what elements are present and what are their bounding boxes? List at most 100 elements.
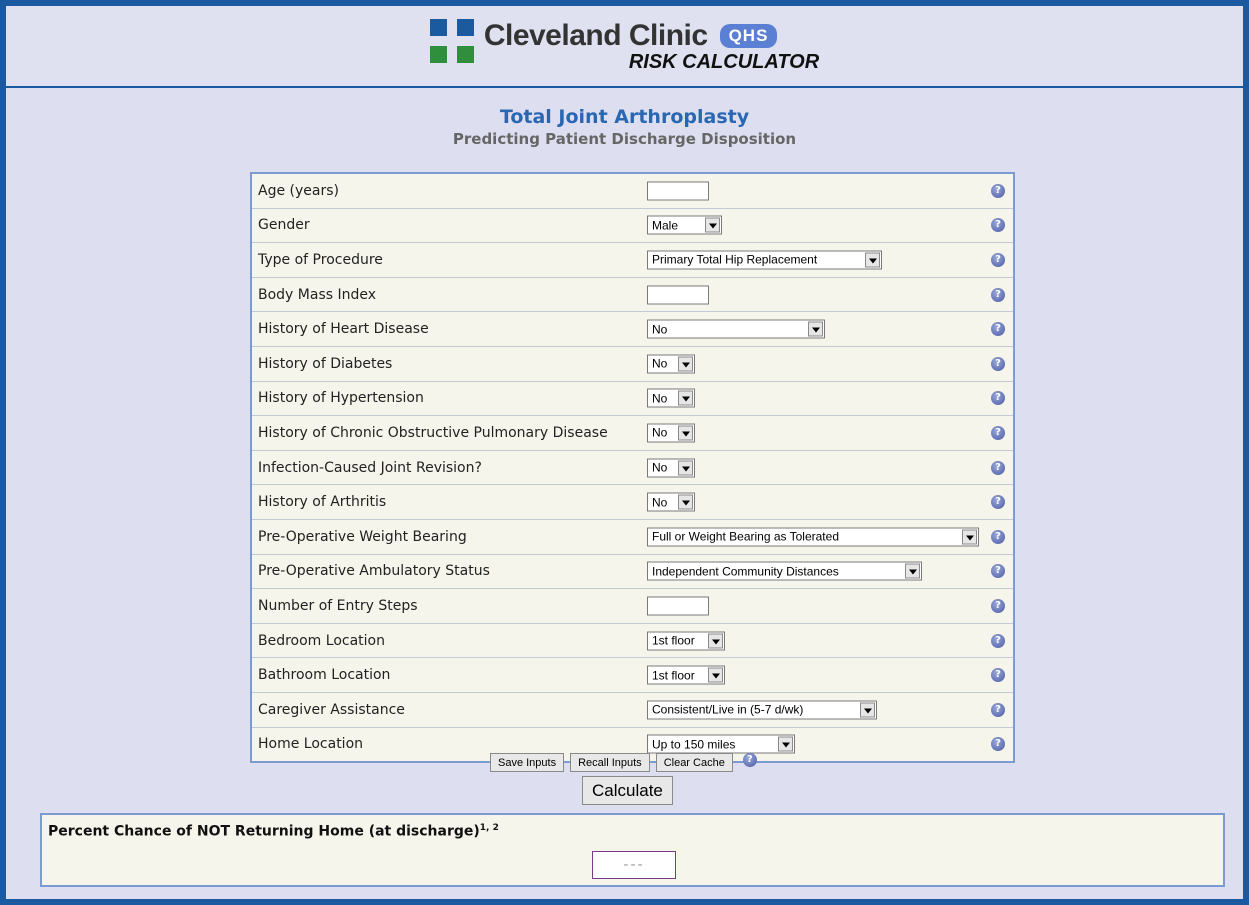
select-dropdown[interactable]: No (647, 388, 695, 408)
help-icon[interactable]: ? (991, 598, 1005, 613)
qhs-badge: QHS (719, 23, 778, 48)
brand-name: Cleveland Clinic (483, 18, 708, 52)
select-value: No (652, 495, 668, 510)
help-icon[interactable]: ? (991, 737, 1005, 752)
select-value: Up to 150 miles (652, 737, 736, 752)
field-label: Pre-Operative Ambulatory Status (258, 563, 490, 580)
field-label: Infection-Caused Joint Revision? (258, 459, 482, 476)
select-value: Primary Total Hip Replacement (652, 252, 818, 267)
help-icon[interactable]: ? (991, 391, 1005, 406)
chevron-down-icon[interactable] (860, 702, 875, 718)
select-value: Independent Community Distances (652, 564, 839, 579)
help-icon[interactable]: ? (991, 495, 1005, 510)
save-inputs-button[interactable]: Save Inputs (490, 753, 565, 772)
field-label: Body Mass Index (258, 286, 377, 303)
help-icon[interactable]: ? (991, 322, 1005, 337)
chevron-down-icon[interactable] (678, 390, 693, 406)
chevron-down-icon[interactable] (678, 494, 693, 510)
chevron-down-icon[interactable] (808, 321, 823, 337)
help-icon[interactable]: ? (991, 633, 1005, 648)
help-icon[interactable]: ? (991, 252, 1005, 267)
select-dropdown[interactable]: No (647, 423, 695, 443)
select-dropdown[interactable]: No (647, 354, 695, 374)
help-icon[interactable]: ? (991, 425, 1005, 440)
page-titles: Total Joint Arthroplasty Predicting Pati… (6, 106, 1243, 148)
header: Cleveland Clinic QHS RISK CALCULATOR (6, 6, 1243, 88)
brand: Cleveland Clinic QHS RISK CALCULATOR (484, 19, 819, 74)
form-row: Pre-Operative Ambulatory Status Independe… (252, 555, 1013, 590)
select-dropdown[interactable]: Consistent/Live in (5-7 d/wk) (647, 700, 877, 720)
form-row: Age (years)? (252, 174, 1013, 209)
help-icon[interactable]: ? (742, 752, 757, 767)
select-value: No (652, 322, 668, 337)
result-label: Percent Chance of NOT Returning Home (at… (48, 823, 499, 840)
chevron-down-icon[interactable] (705, 217, 720, 233)
help-icon[interactable]: ? (991, 529, 1005, 544)
field-label: History of Arthritis (258, 494, 387, 511)
help-icon[interactable]: ? (991, 183, 1005, 198)
chevron-down-icon[interactable] (678, 425, 693, 441)
chevron-down-icon[interactable] (678, 356, 693, 372)
form-row: History of Diabetes No? (252, 347, 1013, 382)
select-dropdown[interactable]: Primary Total Hip Replacement (647, 250, 882, 270)
form-row: Number of Entry Steps? (252, 589, 1013, 624)
clear-cache-button[interactable]: Clear Cache (655, 753, 733, 772)
logo: Cleveland Clinic QHS RISK CALCULATOR (429, 18, 819, 74)
brand-subtitle: RISK CALCULATOR (628, 50, 820, 73)
select-value: No (652, 460, 668, 475)
help-icon[interactable]: ? (991, 287, 1005, 302)
field-label: Number of Entry Steps (258, 597, 418, 614)
cleveland-clinic-cross-icon (429, 18, 474, 63)
chevron-down-icon[interactable] (708, 633, 723, 649)
select-value: Male (652, 218, 679, 233)
field-label: Type of Procedure (258, 251, 383, 268)
text-input[interactable] (647, 181, 709, 201)
page-subtitle: Predicting Patient Discharge Disposition (452, 130, 797, 148)
help-icon[interactable]: ? (991, 460, 1005, 475)
text-input[interactable] (647, 285, 709, 305)
form-row: History of Hypertension No? (252, 382, 1013, 417)
field-label: Age (years) (258, 182, 339, 199)
chevron-down-icon[interactable] (678, 460, 693, 476)
form-row: Body Mass Index? (252, 278, 1013, 313)
select-dropdown[interactable]: No (647, 492, 695, 512)
help-icon[interactable]: ? (991, 356, 1005, 371)
help-icon[interactable]: ? (991, 218, 1005, 233)
select-dropdown[interactable]: No (647, 458, 695, 478)
help-icon[interactable]: ? (991, 564, 1005, 579)
select-dropdown[interactable]: Male (647, 215, 722, 235)
select-dropdown[interactable]: No (647, 319, 825, 339)
chevron-down-icon[interactable] (962, 529, 977, 545)
field-label: History of Heart Disease (258, 321, 429, 338)
select-dropdown[interactable]: Full or Weight Bearing as Tolerated (647, 527, 979, 547)
text-input[interactable] (647, 596, 709, 616)
field-label: Bathroom Location (258, 667, 391, 684)
form-row: Gender Male? (252, 209, 1013, 244)
field-label: History of Diabetes (258, 355, 393, 372)
recall-inputs-button[interactable]: Recall Inputs (570, 753, 650, 772)
select-dropdown[interactable]: 1st floor (647, 665, 725, 685)
field-label: Gender (258, 217, 310, 234)
select-value: No (652, 391, 668, 406)
select-value: 1st floor (652, 633, 695, 648)
chevron-down-icon[interactable] (865, 252, 880, 268)
help-icon[interactable]: ? (991, 702, 1005, 717)
result-footnote: 1, 2 (479, 823, 499, 833)
field-label: Caregiver Assistance (258, 701, 405, 718)
select-dropdown[interactable]: 1st floor (647, 631, 725, 651)
select-dropdown[interactable]: Up to 150 miles (647, 734, 795, 754)
field-label: History of Hypertension (258, 390, 424, 407)
form-row: Bathroom Location 1st floor? (252, 658, 1013, 693)
calculate-button[interactable]: Calculate (582, 776, 673, 805)
help-icon[interactable]: ? (991, 668, 1005, 683)
chevron-down-icon[interactable] (708, 667, 723, 683)
action-buttons: Save Inputs Recall Inputs Clear Cache ? (490, 752, 757, 772)
field-label: Home Location (258, 736, 364, 753)
select-dropdown[interactable]: Independent Community Distances (647, 561, 922, 581)
chevron-down-icon[interactable] (778, 736, 793, 752)
select-value: No (652, 425, 668, 440)
form-row: Pre-Operative Weight Bearing Full or Weig… (252, 520, 1013, 555)
chevron-down-icon[interactable] (905, 563, 920, 579)
select-value: No (652, 356, 668, 371)
field-label: Pre-Operative Weight Bearing (258, 528, 467, 545)
